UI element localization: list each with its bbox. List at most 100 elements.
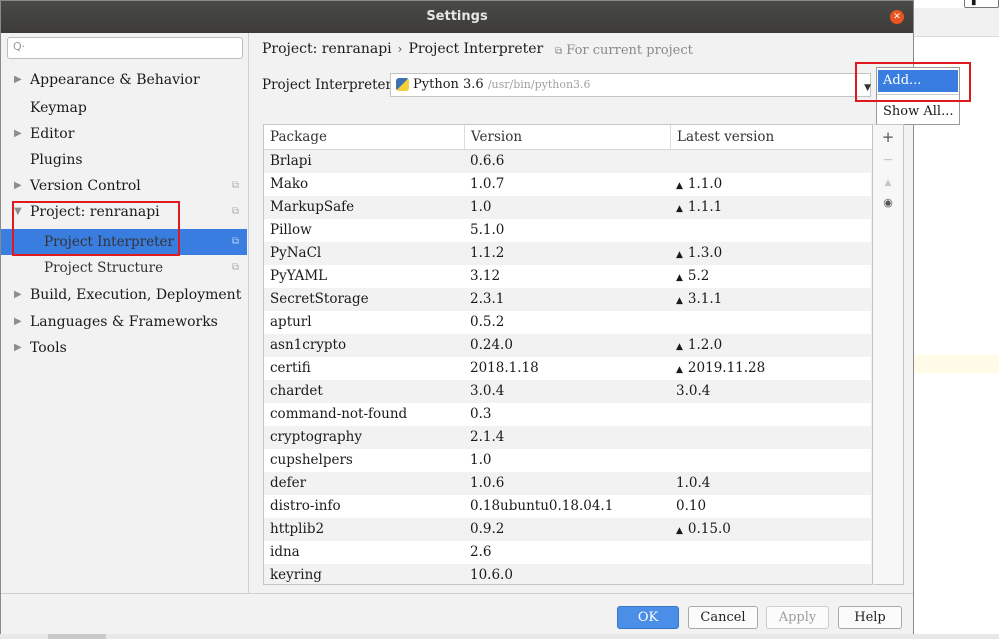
package-tools: + − ▲ ◉	[874, 124, 904, 585]
breadcrumb-page: Project Interpreter	[408, 41, 544, 57]
package-latest-cell: ▲ 1.1.1	[670, 196, 872, 221]
table-row[interactable]: chardet 3.0.4 3.0.4	[264, 380, 872, 403]
table-scrollbar[interactable]	[871, 150, 873, 584]
package-latest-cell: ▲ 3.1.1	[670, 288, 872, 313]
sidebar-item[interactable]: ▶ Version Control ⧉	[1, 173, 247, 199]
package-latest-cell-text: 2019.11.28	[687, 360, 766, 376]
sidebar-item[interactable]: Keymap	[1, 95, 247, 121]
column-header-version[interactable]: Version	[464, 125, 670, 149]
package-name-cell-text: asn1crypto	[270, 337, 347, 353]
remove-package-icon[interactable]: −	[874, 152, 902, 168]
table-row[interactable]: asn1crypto 0.24.0 ▲ 1.2.0	[264, 334, 872, 357]
package-latest-cell: 0.10	[670, 495, 872, 518]
sidebar-item[interactable]: ▶ Editor	[1, 121, 247, 147]
package-name-cell-text: Brlapi	[270, 153, 312, 169]
package-version-cell-text: 1.0.6	[470, 475, 505, 491]
package-name-cell: cupshelpers	[264, 449, 464, 472]
package-latest-cell-text: 1.1.0	[687, 176, 723, 192]
sidebar-item[interactable]: ▶ Languages & Frameworks	[1, 309, 247, 335]
sidebar-item[interactable]: ▶ Appearance & Behavior	[1, 67, 247, 93]
show-all-menu-item[interactable]: Show All...	[878, 101, 958, 123]
package-latest-cell: ▲ 5.2	[670, 265, 872, 290]
table-row[interactable]: apturl 0.5.2	[264, 311, 872, 334]
package-version-cell-text: 0.3	[470, 406, 492, 422]
package-version-cell: 2.3.1	[464, 288, 670, 311]
cancel-button[interactable]: Cancel	[688, 606, 758, 629]
search-icon: Q·	[13, 40, 26, 53]
table-row[interactable]: SecretStorage 2.3.1 ▲ 3.1.1	[264, 288, 872, 313]
sidebar-item[interactable]: Plugins	[1, 147, 247, 173]
package-version-cell-text: 3.12	[470, 268, 501, 284]
package-latest-cell: 1.0.4	[670, 472, 872, 495]
table-row[interactable]: certifi 2018.1.18 ▲ 2019.11.28	[264, 357, 872, 380]
chevron-right-icon[interactable]: ▶	[14, 309, 22, 335]
interpreter-path: /usr/bin/python3.6	[487, 78, 591, 91]
package-name-cell: asn1crypto	[264, 334, 464, 357]
package-name-cell-text: chardet	[270, 383, 323, 399]
help-button[interactable]: Help	[838, 606, 902, 629]
package-name-cell: certifi	[264, 357, 464, 380]
table-row[interactable]: httplib2 0.9.2 ▲ 0.15.0	[264, 518, 872, 541]
package-version-cell-text: 0.5.2	[470, 314, 505, 330]
package-version-cell: 1.0.6	[464, 472, 670, 495]
sidebar-item[interactable]: ▶ Build, Execution, Deployment	[1, 282, 247, 308]
python-icon	[396, 78, 409, 91]
interpreter-name: Python 3.6	[413, 77, 484, 92]
sidebar-item-label: Tools	[30, 340, 67, 356]
apply-button[interactable]: Apply	[766, 606, 829, 629]
table-row[interactable]: PyYAML 3.12 ▲ 5.2	[264, 265, 872, 290]
table-header: Package Version Latest version	[264, 125, 872, 150]
package-name-cell: apturl	[264, 311, 464, 334]
project-scope-icon: ⧉	[231, 206, 239, 217]
package-version-cell: 1.0	[464, 449, 670, 472]
package-version-cell: 10.6.0	[464, 564, 670, 584]
package-version-cell-text: 3.0.4	[470, 383, 505, 399]
table-row[interactable]: MarkupSafe 1.0 ▲ 1.1.1	[264, 196, 872, 221]
column-header-latest[interactable]: Latest version	[670, 125, 872, 149]
table-row[interactable]: Mako 1.0.7 ▲ 1.1.0	[264, 173, 872, 196]
package-version-cell: 0.6.6	[464, 150, 670, 173]
package-latest-cell: 3.0.4	[670, 380, 872, 403]
package-version-cell-text: 1.0.7	[470, 176, 505, 192]
package-name-cell: SecretStorage	[264, 288, 464, 311]
chevron-right-icon[interactable]: ▶	[14, 67, 22, 93]
chevron-right-icon[interactable]: ▶	[14, 121, 22, 147]
table-row[interactable]: Pillow 5.1.0	[264, 219, 872, 242]
package-version-cell: 2.6	[464, 541, 670, 564]
table-row[interactable]: command-not-found 0.3	[264, 403, 872, 426]
package-version-cell: 2.1.4	[464, 426, 670, 449]
sidebar-item[interactable]: Project Structure ⧉	[1, 255, 247, 281]
chevron-right-icon[interactable]: ▶	[14, 173, 22, 199]
show-early-releases-icon[interactable]: ◉	[874, 196, 902, 209]
sidebar-item-label: Appearance & Behavior	[30, 72, 200, 88]
upgrade-package-icon[interactable]: ▲	[874, 178, 902, 188]
add-package-icon[interactable]: +	[874, 128, 902, 146]
table-row[interactable]: idna 2.6	[264, 541, 872, 564]
breadcrumb-project: Project: renranapi	[262, 41, 392, 57]
table-row[interactable]: keyring 10.6.0	[264, 564, 872, 584]
table-row[interactable]: distro-info 0.18ubuntu0.18.04.1 0.10	[264, 495, 872, 518]
background-line-highlight	[914, 355, 999, 373]
package-version-cell-text: 0.24.0	[470, 337, 513, 353]
table-row[interactable]: defer 1.0.6 1.0.4	[264, 472, 872, 495]
upgrade-available-icon: ▲	[676, 342, 683, 352]
sidebar-item-label: Languages & Frameworks	[30, 314, 218, 330]
sidebar-item[interactable]: ▶ Tools	[1, 335, 247, 361]
table-row[interactable]: cupshelpers 1.0	[264, 449, 872, 472]
interpreter-label: Project Interpreter:	[262, 77, 397, 93]
interpreter-select[interactable]: Python 3.6 /usr/bin/python3.6 ▼	[390, 73, 871, 97]
scrollbar-thumb[interactable]	[872, 152, 873, 297]
close-button[interactable]: ✕	[890, 10, 904, 24]
table-row[interactable]: Brlapi 0.6.6	[264, 150, 872, 173]
chevron-right-icon[interactable]: ▶	[14, 282, 22, 308]
package-latest-cell-text: 1.2.0	[687, 337, 723, 353]
column-header-package[interactable]: Package	[264, 125, 464, 149]
ok-button[interactable]: OK	[617, 606, 679, 629]
package-name-cell-text: MarkupSafe	[270, 199, 355, 215]
background-button: ▮	[964, 0, 999, 8]
settings-search-input[interactable]: Q·	[7, 37, 243, 59]
table-row[interactable]: cryptography 2.1.4	[264, 426, 872, 449]
chevron-right-icon[interactable]: ▶	[14, 335, 22, 361]
breadcrumb: Project: renranapi › Project Interpreter	[262, 41, 543, 57]
table-row[interactable]: PyNaCl 1.1.2 ▲ 1.3.0	[264, 242, 872, 265]
